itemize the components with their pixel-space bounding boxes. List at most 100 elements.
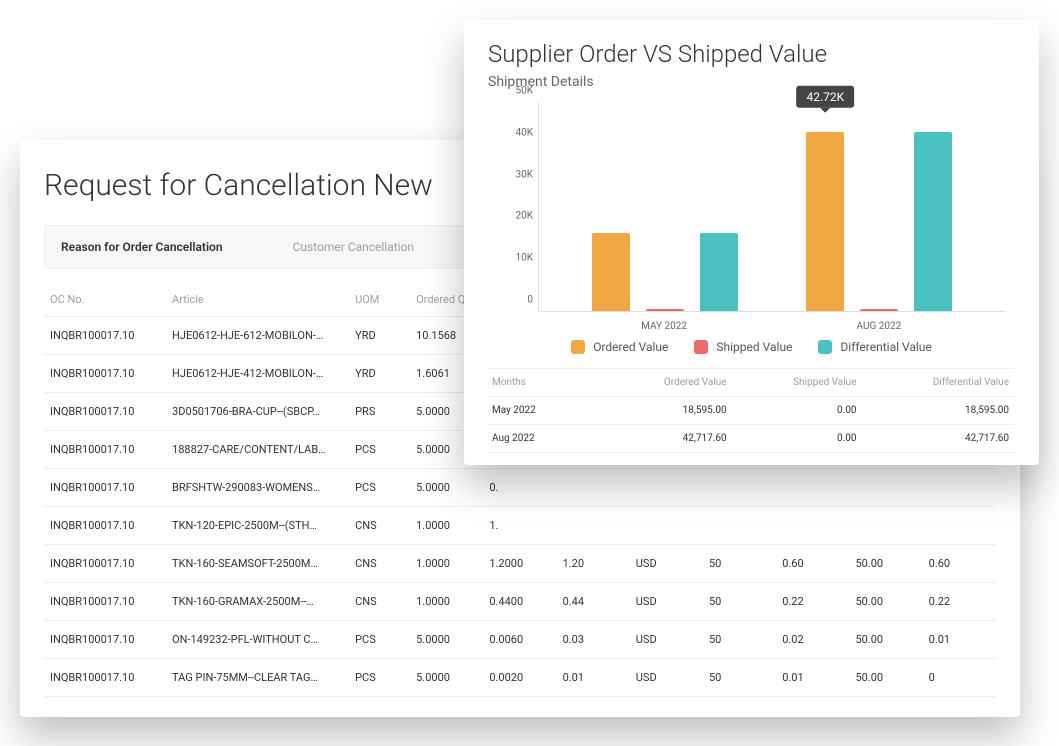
cell-article: BRFSHTW-290083-WOMENS… (166, 469, 349, 507)
cell-uom: PCS (349, 469, 410, 507)
cell-c7 (630, 469, 703, 507)
cell-ordered: 1.0000 (410, 583, 483, 621)
cell-c11: 0.60 (923, 545, 996, 583)
cell-c11: 0.01 (923, 621, 996, 659)
cell-c11 (923, 469, 996, 507)
legend-item-diff[interactable]: Differential Value (818, 340, 931, 354)
cell-uom: PCS (349, 621, 410, 659)
bar-may-ordered[interactable] (592, 233, 630, 311)
cell-c6: 0.01 (557, 659, 630, 697)
cell-article: TKN-160-SEAMSOFT-2500M… (166, 545, 349, 583)
cell-ordered: 1.0000 (410, 507, 483, 545)
cell-uom: YRD (349, 355, 410, 393)
cell-c9: 0.01 (776, 659, 849, 697)
table-row[interactable]: INQBR100017.10TAG PIN-75MM--CLEAR TAG…PC… (44, 659, 996, 697)
cell-article: HJE0612-HJE-612-MOBILON-… (166, 317, 349, 355)
mini-cell-month: May 2022 (488, 397, 604, 425)
cell-c6 (557, 469, 630, 507)
table-row[interactable]: INQBR100017.10TKN-120-EPIC-2500M--(STH…C… (44, 507, 996, 545)
xtick-may: MAY 2022 (585, 321, 744, 332)
cell-article: TAG PIN-75MM--CLEAR TAG… (166, 659, 349, 697)
swatch-ordered (571, 340, 585, 354)
cell-c7 (630, 507, 703, 545)
cell-uom: CNS (349, 507, 410, 545)
cell-oc: INQBR100017.10 (44, 583, 166, 621)
shipment-title: Supplier Order VS Shipped Value (488, 40, 1015, 68)
col-article[interactable]: Article (166, 283, 349, 317)
bar-aug-diff[interactable] (914, 132, 952, 311)
cell-c9 (776, 469, 849, 507)
shipment-card: Supplier Order VS Shipped Value Shipment… (464, 20, 1039, 465)
cell-c9: 0.02 (776, 621, 849, 659)
legend-label-ordered: Ordered Value (593, 340, 668, 354)
cell-c9: 0.22 (776, 583, 849, 621)
cell-c8: 50 (703, 621, 776, 659)
cell-oc: INQBR100017.10 (44, 317, 166, 355)
ytick: 10K (493, 253, 533, 264)
cell-c6: 1.20 (557, 545, 630, 583)
cell-c9: 0.60 (776, 545, 849, 583)
swatch-shipped (694, 340, 708, 354)
cell-article: ON-149232-PFL-WITHOUT C… (166, 621, 349, 659)
cell-c10: 50.00 (849, 583, 922, 621)
cell-c9 (776, 507, 849, 545)
cell-uom: YRD (349, 317, 410, 355)
mini-table-row[interactable]: Aug 202242,717.600.0042,717.60 (488, 425, 1015, 453)
ytick: 40K (493, 127, 533, 138)
bar-may-diff[interactable] (700, 233, 738, 311)
ytick: 50K (493, 86, 533, 97)
table-row[interactable]: INQBR100017.10TKN-160-SEAMSOFT-2500M…CNS… (44, 545, 996, 583)
cell-article: HJE0612-HJE-412-MOBILON-… (166, 355, 349, 393)
cell-c10: 50.00 (849, 545, 922, 583)
legend-item-shipped[interactable]: Shipped Value (694, 340, 792, 354)
cell-c6: 0.03 (557, 621, 630, 659)
cell-c5: 1.2000 (483, 545, 556, 583)
legend-item-ordered[interactable]: Ordered Value (571, 340, 668, 354)
mt-col-diff[interactable]: Differential Value (862, 369, 1015, 397)
mini-cell-month: Aug 2022 (488, 425, 604, 453)
cell-uom: PCS (349, 659, 410, 697)
bar-aug-ordered[interactable] (806, 132, 844, 311)
mini-cell-shipped: 0.00 (733, 397, 863, 425)
cancellation-reason-value: Customer Cancellation (293, 240, 415, 254)
mt-col-shipped[interactable]: Shipped Value (733, 369, 863, 397)
chart-legend: Ordered Value Shipped Value Differential… (488, 340, 1015, 354)
chart-tooltip: 42.72K (796, 86, 854, 108)
cell-c5: 0.4400 (483, 583, 556, 621)
cell-article: 3D0501706-BRA-CUP--(SBCP… (166, 393, 349, 431)
cell-c10 (849, 507, 922, 545)
ytick: 30K (493, 169, 533, 180)
shipment-table: Months Ordered Value Shipped Value Diffe… (488, 368, 1015, 453)
bar-group-may (586, 102, 744, 311)
table-row[interactable]: INQBR100017.10BRFSHTW-290083-WOMENS…PCS5… (44, 469, 996, 507)
cell-article: TKN-120-EPIC-2500M--(STH… (166, 507, 349, 545)
mini-table-row[interactable]: May 202218,595.000.0018,595.00 (488, 397, 1015, 425)
cell-article: 188827-CARE/CONTENT/LAB… (166, 431, 349, 469)
cell-uom: CNS (349, 545, 410, 583)
legend-label-shipped: Shipped Value (716, 340, 792, 354)
col-uom[interactable]: UOM (349, 283, 410, 317)
cancellation-reason-label: Reason for Order Cancellation (61, 240, 223, 254)
cell-ordered: 5.0000 (410, 659, 483, 697)
cell-oc: INQBR100017.10 (44, 355, 166, 393)
cell-oc: INQBR100017.10 (44, 469, 166, 507)
swatch-diff (818, 340, 832, 354)
bar-may-shipped[interactable] (646, 309, 684, 311)
cell-c7: USD (630, 545, 703, 583)
cell-c6: 0.44 (557, 583, 630, 621)
col-oc-no[interactable]: OC No. (44, 283, 166, 317)
plot-area: 42.72K 010K20K30K40K50K (538, 102, 1005, 312)
cell-ordered: 5.0000 (410, 621, 483, 659)
mt-col-months[interactable]: Months (488, 369, 604, 397)
cell-c5: 1. (483, 507, 556, 545)
legend-label-diff: Differential Value (840, 340, 931, 354)
mt-col-ordered[interactable]: Ordered Value (604, 369, 733, 397)
mini-cell-ordered: 42,717.60 (604, 425, 733, 453)
table-row[interactable]: INQBR100017.10TKN-160-GRAMAX-2500M--…CNS… (44, 583, 996, 621)
bar-aug-shipped[interactable] (860, 309, 898, 311)
cell-oc: INQBR100017.10 (44, 545, 166, 583)
cell-c5: 0. (483, 469, 556, 507)
cell-article: TKN-160-GRAMAX-2500M--… (166, 583, 349, 621)
cell-c8: 50 (703, 659, 776, 697)
table-row[interactable]: INQBR100017.10ON-149232-PFL-WITHOUT C…PC… (44, 621, 996, 659)
